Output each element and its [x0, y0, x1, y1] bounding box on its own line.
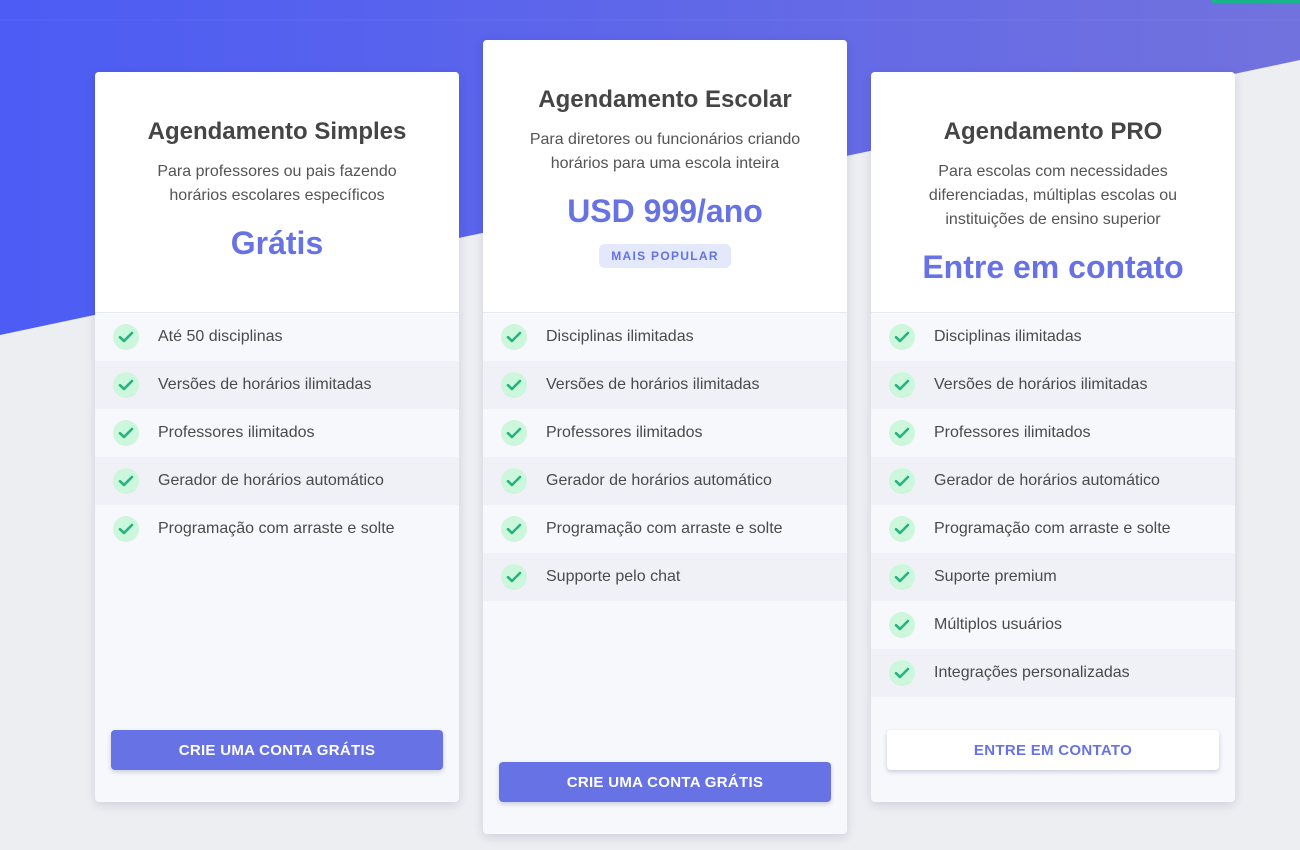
plan-price: Grátis [230, 225, 324, 261]
feature-label: Professores ilimitados [546, 424, 703, 441]
feature-label: Suporte premium [934, 568, 1057, 585]
feature-item: Programação com arraste e solte [871, 505, 1235, 553]
check-icon [113, 372, 139, 398]
feature-item: Disciplinas ilimitadas [871, 313, 1235, 361]
feature-label: Gerador de horários automático [546, 472, 772, 489]
create-free-account-button[interactable]: CRIE UMA CONTA GRÁTIS [111, 730, 443, 770]
pricing-card-pro: Agendamento PRO Para escolas com necessi… [871, 72, 1235, 802]
feature-label: Gerador de horários automático [158, 472, 384, 489]
plan-title: Agendamento Simples [147, 118, 407, 145]
check-icon [501, 420, 527, 446]
feature-item: Integrações personalizadas [871, 649, 1235, 697]
feature-item: Gerador de horários automático [871, 457, 1235, 505]
plan-price: USD 999/ano [567, 193, 763, 229]
feature-item: Disciplinas ilimitadas [483, 313, 847, 361]
create-free-account-button[interactable]: CRIE UMA CONTA GRÁTIS [499, 762, 831, 802]
feature-item: Múltiplos usuários [871, 601, 1235, 649]
check-icon [113, 420, 139, 446]
feature-list: Até 50 disciplinas Versões de horários i… [95, 313, 459, 553]
feature-item: Supporte pelo chat [483, 553, 847, 601]
feature-item: Programação com arraste e solte [483, 505, 847, 553]
feature-label: Professores ilimitados [158, 424, 315, 441]
check-icon [501, 468, 527, 494]
plan-price: Entre em contato [922, 249, 1184, 285]
check-icon [889, 324, 915, 350]
feature-label: Versões de horários ilimitadas [546, 376, 760, 393]
check-icon [889, 660, 915, 686]
check-icon [889, 612, 915, 638]
feature-label: Professores ilimitados [934, 424, 1091, 441]
feature-item: Programação com arraste e solte [95, 505, 459, 553]
plan-description: Para escolas com necessidades diferencia… [928, 163, 1178, 228]
feature-label: Disciplinas ilimitadas [934, 328, 1082, 345]
pricing-card-simples: Agendamento Simples Para professores ou … [95, 72, 459, 802]
feature-label: Programação com arraste e solte [546, 520, 783, 537]
check-icon [889, 372, 915, 398]
feature-label: Integrações personalizadas [934, 664, 1130, 681]
check-icon [889, 468, 915, 494]
pricing-card-escolar: Agendamento Escolar Para diretores ou fu… [483, 40, 847, 834]
feature-item: Versões de horários ilimitadas [871, 361, 1235, 409]
popular-badge: MAIS POPULAR [599, 244, 731, 268]
check-icon [113, 516, 139, 542]
feature-label: Programação com arraste e solte [934, 520, 1171, 537]
check-icon [501, 516, 527, 542]
feature-item: Gerador de horários automático [483, 457, 847, 505]
contact-us-button[interactable]: ENTRE EM CONTATO [887, 730, 1219, 770]
feature-label: Versões de horários ilimitadas [158, 376, 372, 393]
plan-title: Agendamento PRO [943, 118, 1163, 145]
card-header: Agendamento Simples Para professores ou … [95, 72, 459, 313]
feature-label: Programação com arraste e solte [158, 520, 395, 537]
feature-item: Versões de horários ilimitadas [95, 361, 459, 409]
feature-label: Versões de horários ilimitadas [934, 376, 1148, 393]
check-icon [889, 564, 915, 590]
feature-item: Professores ilimitados [483, 409, 847, 457]
check-icon [501, 372, 527, 398]
feature-item: Suporte premium [871, 553, 1235, 601]
plan-description: Para diretores ou funcionários criando h… [529, 131, 801, 172]
card-header: Agendamento PRO Para escolas com necessi… [871, 72, 1235, 313]
check-icon [113, 468, 139, 494]
feature-label: Gerador de horários automático [934, 472, 1160, 489]
check-icon [113, 324, 139, 350]
feature-label: Supporte pelo chat [546, 568, 681, 585]
feature-item: Versões de horários ilimitadas [483, 361, 847, 409]
feature-list: Disciplinas ilimitadas Versões de horári… [871, 313, 1235, 697]
top-accent-bar [1212, 0, 1300, 3]
feature-item: Professores ilimitados [95, 409, 459, 457]
feature-item: Professores ilimitados [871, 409, 1235, 457]
feature-label: Até 50 disciplinas [158, 328, 283, 345]
plan-description: Para professores ou pais fazendo horário… [157, 163, 397, 204]
feature-list: Disciplinas ilimitadas Versões de horári… [483, 313, 847, 601]
feature-label: Disciplinas ilimitadas [546, 328, 694, 345]
card-header: Agendamento Escolar Para diretores ou fu… [483, 40, 847, 313]
check-icon [501, 324, 527, 350]
plan-title: Agendamento Escolar [538, 86, 792, 113]
check-icon [501, 564, 527, 590]
feature-label: Múltiplos usuários [934, 616, 1063, 633]
check-icon [889, 516, 915, 542]
feature-item: Até 50 disciplinas [95, 313, 459, 361]
check-icon [889, 420, 915, 446]
feature-item: Gerador de horários automático [95, 457, 459, 505]
